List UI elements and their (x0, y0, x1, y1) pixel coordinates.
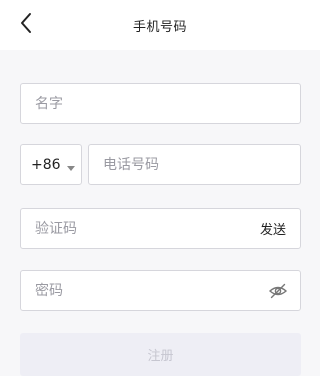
caret-down-icon (66, 156, 75, 175)
phone-field[interactable] (88, 144, 301, 185)
send-code-button[interactable]: 发送 (260, 209, 286, 248)
back-button[interactable] (14, 13, 38, 37)
register-button[interactable]: 注册 (20, 333, 301, 376)
eye-off-icon[interactable] (268, 281, 288, 301)
page-title: 手机号码 (132, 19, 187, 35)
country-code-select[interactable]: +86 (20, 144, 82, 185)
app-header: 手机号码 (0, 0, 320, 50)
password-field[interactable] (20, 270, 301, 311)
verification-code-input[interactable] (21, 209, 300, 248)
name-input[interactable] (21, 84, 300, 123)
phone-input[interactable] (89, 145, 300, 184)
name-field[interactable] (20, 83, 301, 124)
verification-code-field[interactable]: 发送 (20, 208, 301, 249)
password-input[interactable] (21, 271, 300, 310)
country-code-value: +86 (31, 156, 61, 173)
back-chevron-icon (19, 12, 33, 38)
